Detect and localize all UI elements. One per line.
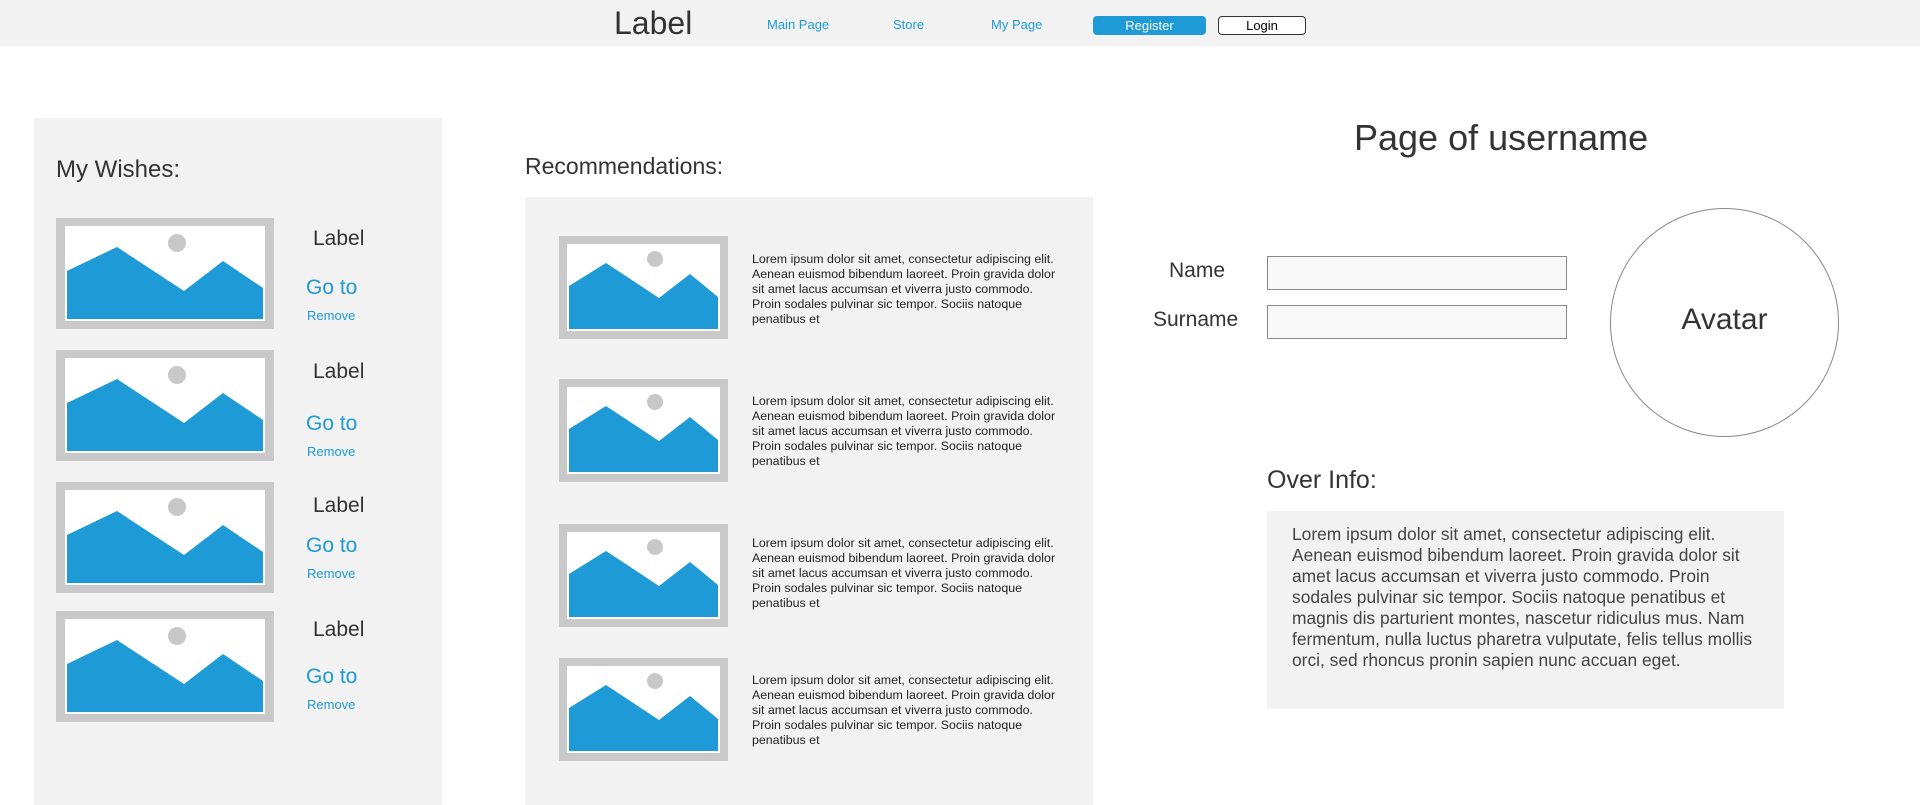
recommendation-text: Lorem ipsum dolor sit amet, consectetur … bbox=[752, 673, 1056, 747]
wish-goto-link[interactable]: Go to bbox=[306, 534, 357, 558]
surname-input[interactable] bbox=[1267, 305, 1567, 339]
image-placeholder-icon bbox=[56, 482, 274, 593]
name-label: Name bbox=[1169, 259, 1226, 282]
recommendation-text: Lorem ipsum dolor sit amet, consectetur … bbox=[752, 252, 1056, 326]
image-placeholder-icon[interactable] bbox=[559, 658, 728, 761]
wish-remove-link[interactable]: Remove bbox=[307, 444, 355, 460]
image-placeholder-icon[interactable] bbox=[559, 524, 728, 627]
image-placeholder-icon bbox=[56, 350, 274, 461]
image-placeholder-icon bbox=[56, 611, 274, 722]
recommendation-text: Lorem ipsum dolor sit amet, consectetur … bbox=[752, 536, 1056, 610]
wish-item-label: Label bbox=[313, 494, 365, 517]
over-info-title: Over Info: bbox=[1267, 466, 1377, 494]
image-placeholder-icon[interactable] bbox=[559, 379, 728, 482]
recommendations-title: Recommendations: bbox=[525, 153, 724, 179]
wish-goto-link[interactable]: Go to bbox=[306, 665, 357, 689]
surname-label: Surname bbox=[1153, 308, 1239, 331]
nav-my-page[interactable]: My Page bbox=[991, 17, 1042, 33]
image-placeholder-icon bbox=[56, 218, 274, 329]
site-logo[interactable]: Label bbox=[614, 4, 692, 42]
wish-remove-link[interactable]: Remove bbox=[307, 697, 355, 713]
name-input[interactable] bbox=[1267, 256, 1567, 290]
top-header bbox=[0, 0, 1920, 46]
wish-item-label: Label bbox=[313, 227, 365, 250]
nav-store[interactable]: Store bbox=[893, 17, 924, 33]
wish-item-label: Label bbox=[313, 618, 365, 641]
image-placeholder-icon[interactable] bbox=[559, 236, 728, 339]
avatar-label: Avatar bbox=[1681, 303, 1768, 336]
over-info-text: Lorem ipsum dolor sit amet, consectetur … bbox=[1292, 524, 1753, 670]
page-title: Page of username bbox=[1354, 117, 1649, 158]
recommendation-text: Lorem ipsum dolor sit amet, consectetur … bbox=[752, 394, 1056, 468]
wishes-title: My Wishes: bbox=[56, 156, 181, 183]
wish-item-label: Label bbox=[313, 360, 365, 383]
login-button[interactable]: Login bbox=[1218, 16, 1306, 35]
wish-goto-link[interactable]: Go to bbox=[306, 276, 357, 300]
register-button[interactable]: Register bbox=[1093, 16, 1206, 35]
wish-remove-link[interactable]: Remove bbox=[307, 566, 355, 582]
nav-main-page[interactable]: Main Page bbox=[767, 17, 829, 33]
wish-goto-link[interactable]: Go to bbox=[306, 412, 357, 436]
wish-remove-link[interactable]: Remove bbox=[307, 308, 355, 324]
